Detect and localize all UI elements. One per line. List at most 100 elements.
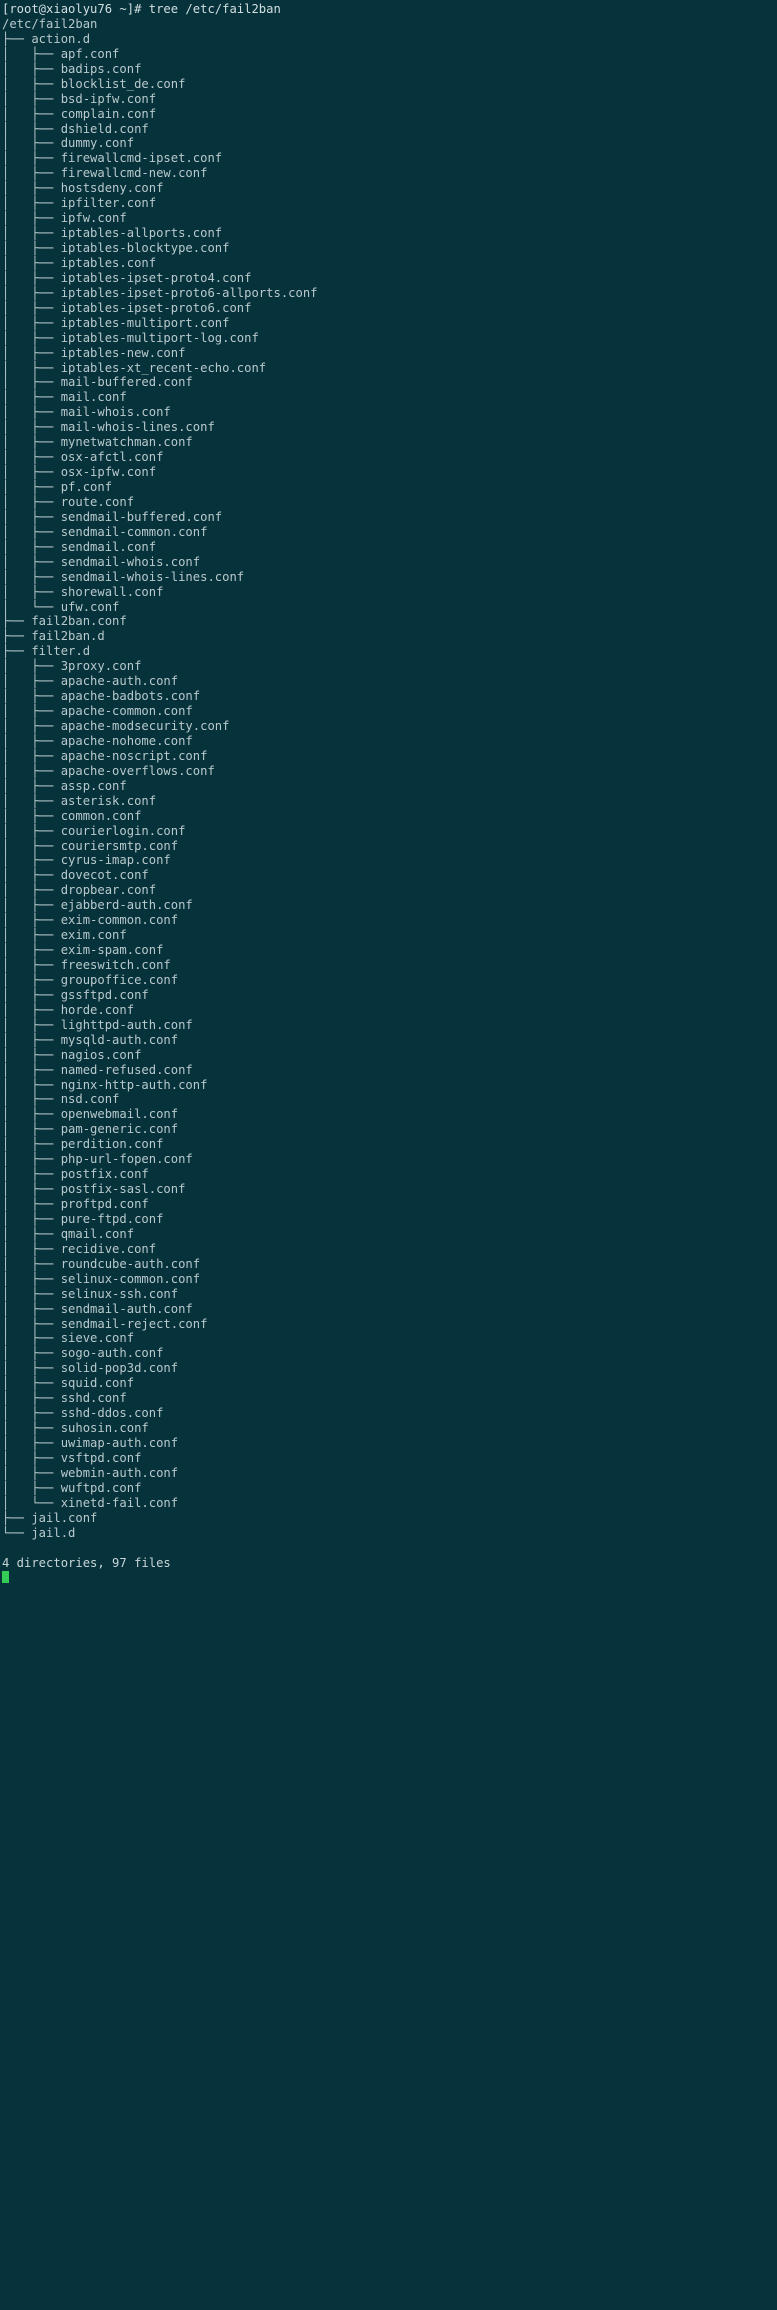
tree-entry-line: │ ├── iptables-xt_recent-echo.conf — [2, 360, 267, 375]
tree-entry-line: │ ├── freeswitch.conf — [2, 958, 171, 972]
tree-entry-line: │ ├── apf.conf — [2, 46, 120, 61]
tree-entry-line: │ ├── hostsdeny.conf — [2, 181, 164, 196]
tree-entry-line: │ ├── qmail.conf — [2, 1226, 135, 1241]
tree-entry-line: │ ├── solid-pop3d.conf — [2, 1361, 179, 1376]
tree-entry-line: │ └── ufw.conf — [2, 599, 120, 614]
tree-entry-line: └── jail.d — [2, 1525, 76, 1540]
tree-entry-line: │ ├── named-refused.conf — [2, 1062, 193, 1077]
tree-entry-line: │ ├── mail-whois-lines.conf — [2, 420, 215, 435]
tree-entry-line: │ ├── sshd-ddos.conf — [2, 1406, 164, 1421]
tree-entry-line: │ ├── proftpd.conf — [2, 1197, 149, 1211]
tree-entry-line: │ ├── iptables.conf — [2, 255, 157, 270]
tree-entry-line: │ ├── osx-ipfw.conf — [2, 465, 157, 480]
tree-entry-line: │ ├── apache-common.conf — [2, 704, 193, 719]
tree-entry-line: │ ├── mail.conf — [2, 390, 127, 405]
tree-entry-line: │ ├── recidive.conf — [2, 1241, 157, 1256]
tree-entry-line: │ ├── dummy.conf — [2, 136, 135, 151]
tree-entry-line: │ ├── complain.conf — [2, 106, 157, 121]
tree-entry-line: │ ├── sendmail-whois.conf — [2, 554, 201, 569]
tree-entry-line: │ ├── iptables-blocktype.conf — [2, 241, 230, 255]
tree-entry-line: │ ├── postfix.conf — [2, 1167, 149, 1182]
terminal-window[interactable]: [root@xiaolyu76 ~]# tree /etc/fail2ban/e… — [0, 0, 777, 2310]
tree-entry-line: │ ├── firewallcmd-new.conf — [2, 166, 208, 181]
text-cursor — [2, 1571, 10, 1584]
tree-entry-line: │ ├── iptables-ipset-proto6.conf — [2, 300, 252, 315]
shell-prompt-line: [root@xiaolyu76 ~]# tree /etc/fail2ban — [2, 2, 281, 16]
tree-entry-line: │ ├── apache-overflows.conf — [2, 763, 215, 778]
tree-entry-line: │ ├── shorewall.conf — [2, 584, 164, 599]
tree-entry-line: │ ├── iptables-multiport-log.conf — [2, 330, 259, 345]
tree-entry-line: │ ├── perdition.conf — [2, 1137, 164, 1152]
tree-entry-line: │ ├── ejabberd-auth.conf — [2, 898, 193, 913]
tree-entry-line: │ ├── php-url-fopen.conf — [2, 1152, 193, 1167]
tree-entry-line: │ ├── sogo-auth.conf — [2, 1346, 164, 1361]
tree-entry-line: │ ├── nsd.conf — [2, 1092, 120, 1107]
tree-entry-line: │ ├── apache-modsecurity.conf — [2, 719, 230, 733]
tree-entry-line: │ └── xinetd-fail.conf — [2, 1495, 179, 1510]
tree-entry-line: │ ├── pam-generic.conf — [2, 1122, 179, 1137]
tree-entry-line: │ ├── asterisk.conf — [2, 793, 157, 808]
tree-entry-line: │ ├── apache-auth.conf — [2, 674, 179, 689]
tree-entry-line: │ ├── bsd-ipfw.conf — [2, 91, 157, 106]
tree-entry-line: │ ├── exim.conf — [2, 928, 127, 943]
tree-entry-line: │ ├── iptables-allports.conf — [2, 226, 223, 241]
tree-entry-line: │ ├── suhosin.conf — [2, 1421, 149, 1436]
tree-entry-line: │ ├── iptables-multiport.conf — [2, 315, 230, 330]
tree-entry-line: │ ├── pf.conf — [2, 480, 113, 494]
tree-entry-line: │ ├── cyrus-imap.conf — [2, 853, 171, 868]
tree-entry-line: │ ├── mail-buffered.conf — [2, 375, 193, 390]
tree-entry-line: │ ├── groupoffice.conf — [2, 972, 179, 987]
tree-entry-line: │ ├── sendmail-common.conf — [2, 524, 208, 539]
terminal-output: [root@xiaolyu76 ~]# tree /etc/fail2ban/e… — [2, 2, 777, 1570]
tree-entry-line: │ ├── 3proxy.conf — [2, 659, 142, 674]
tree-entry-line: │ ├── mynetwatchman.conf — [2, 435, 193, 450]
tree-entry-line: │ ├── sendmail-buffered.conf — [2, 509, 223, 524]
tree-entry-line: │ ├── iptables-new.conf — [2, 345, 186, 360]
tree-entry-line: │ ├── sendmail.conf — [2, 539, 157, 554]
tree-summary-line: 4 directories, 97 files — [2, 1555, 171, 1570]
tree-entry-line: │ ├── sendmail-auth.conf — [2, 1301, 193, 1316]
tree-entry-line: │ ├── osx-afctl.conf — [2, 450, 164, 465]
tree-entry-line: │ ├── uwimap-auth.conf — [2, 1436, 179, 1450]
tree-entry-line: │ ├── pure-ftpd.conf — [2, 1211, 164, 1226]
tree-entry-line: │ ├── firewallcmd-ipset.conf — [2, 151, 223, 166]
tree-entry-line: │ ├── selinux-common.conf — [2, 1271, 201, 1286]
tree-entry-line: │ ├── mail-whois.conf — [2, 405, 171, 420]
tree-entry-line: │ ├── openwebmail.conf — [2, 1107, 179, 1122]
tree-entry-line: │ ├── mysqld-auth.conf — [2, 1032, 179, 1047]
tree-entry-line: │ ├── selinux-ssh.conf — [2, 1286, 179, 1301]
tree-entry-line: ├── action.d — [2, 31, 91, 46]
tree-entry-line: │ ├── apache-badbots.conf — [2, 689, 201, 704]
tree-entry-line: │ ├── common.conf — [2, 808, 142, 823]
tree-entry-line: │ ├── iptables-ipset-proto4.conf — [2, 270, 252, 285]
tree-entry-line: │ ├── couriersmtp.conf — [2, 838, 179, 853]
tree-entry-line: ├── filter.d — [2, 644, 91, 659]
tree-entry-line: │ ├── exim-spam.conf — [2, 943, 164, 958]
tree-entry-line: ├── jail.conf — [2, 1510, 98, 1525]
cursor-line — [2, 1570, 777, 1585]
tree-entry-line: ├── fail2ban.conf — [2, 614, 127, 629]
tree-entry-line: │ ├── apache-nohome.conf — [2, 733, 193, 748]
tree-entry-line: │ ├── route.conf — [2, 494, 135, 509]
tree-entry-line: │ ├── gssftpd.conf — [2, 987, 149, 1002]
tree-entry-line: │ ├── dropbear.conf — [2, 883, 157, 898]
tree-entry-line: │ ├── ipfilter.conf — [2, 196, 157, 211]
tree-entry-line: │ ├── iptables-ipset-proto6-allports.con… — [2, 285, 318, 300]
tree-entry-line: │ ├── horde.conf — [2, 1002, 135, 1017]
tree-entry-line: │ ├── sshd.conf — [2, 1391, 127, 1406]
tree-entry-line: │ ├── exim-common.conf — [2, 913, 179, 928]
tree-entry-line: │ ├── sendmail-reject.conf — [2, 1316, 208, 1331]
tree-entry-line: │ ├── webmin-auth.conf — [2, 1465, 179, 1480]
tree-entry-line: │ ├── lighttpd-auth.conf — [2, 1017, 193, 1032]
tree-entry-line: │ ├── apache-noscript.conf — [2, 748, 208, 763]
tree-entry-line: │ ├── courierlogin.conf — [2, 823, 186, 838]
tree-entry-line: │ ├── blocklist_de.conf — [2, 76, 186, 91]
tree-root-line: /etc/fail2ban — [2, 16, 98, 31]
tree-entry-line: │ ├── wuftpd.conf — [2, 1480, 142, 1495]
tree-entry-line: │ ├── roundcube-auth.conf — [2, 1256, 201, 1271]
tree-entry-line: │ ├── assp.conf — [2, 778, 127, 793]
tree-entry-line: │ ├── ipfw.conf — [2, 211, 127, 226]
tree-entry-line: │ ├── dshield.conf — [2, 121, 149, 136]
terminal-screen[interactable]: [root@xiaolyu76 ~]# tree /etc/fail2ban/e… — [0, 0, 777, 1585]
